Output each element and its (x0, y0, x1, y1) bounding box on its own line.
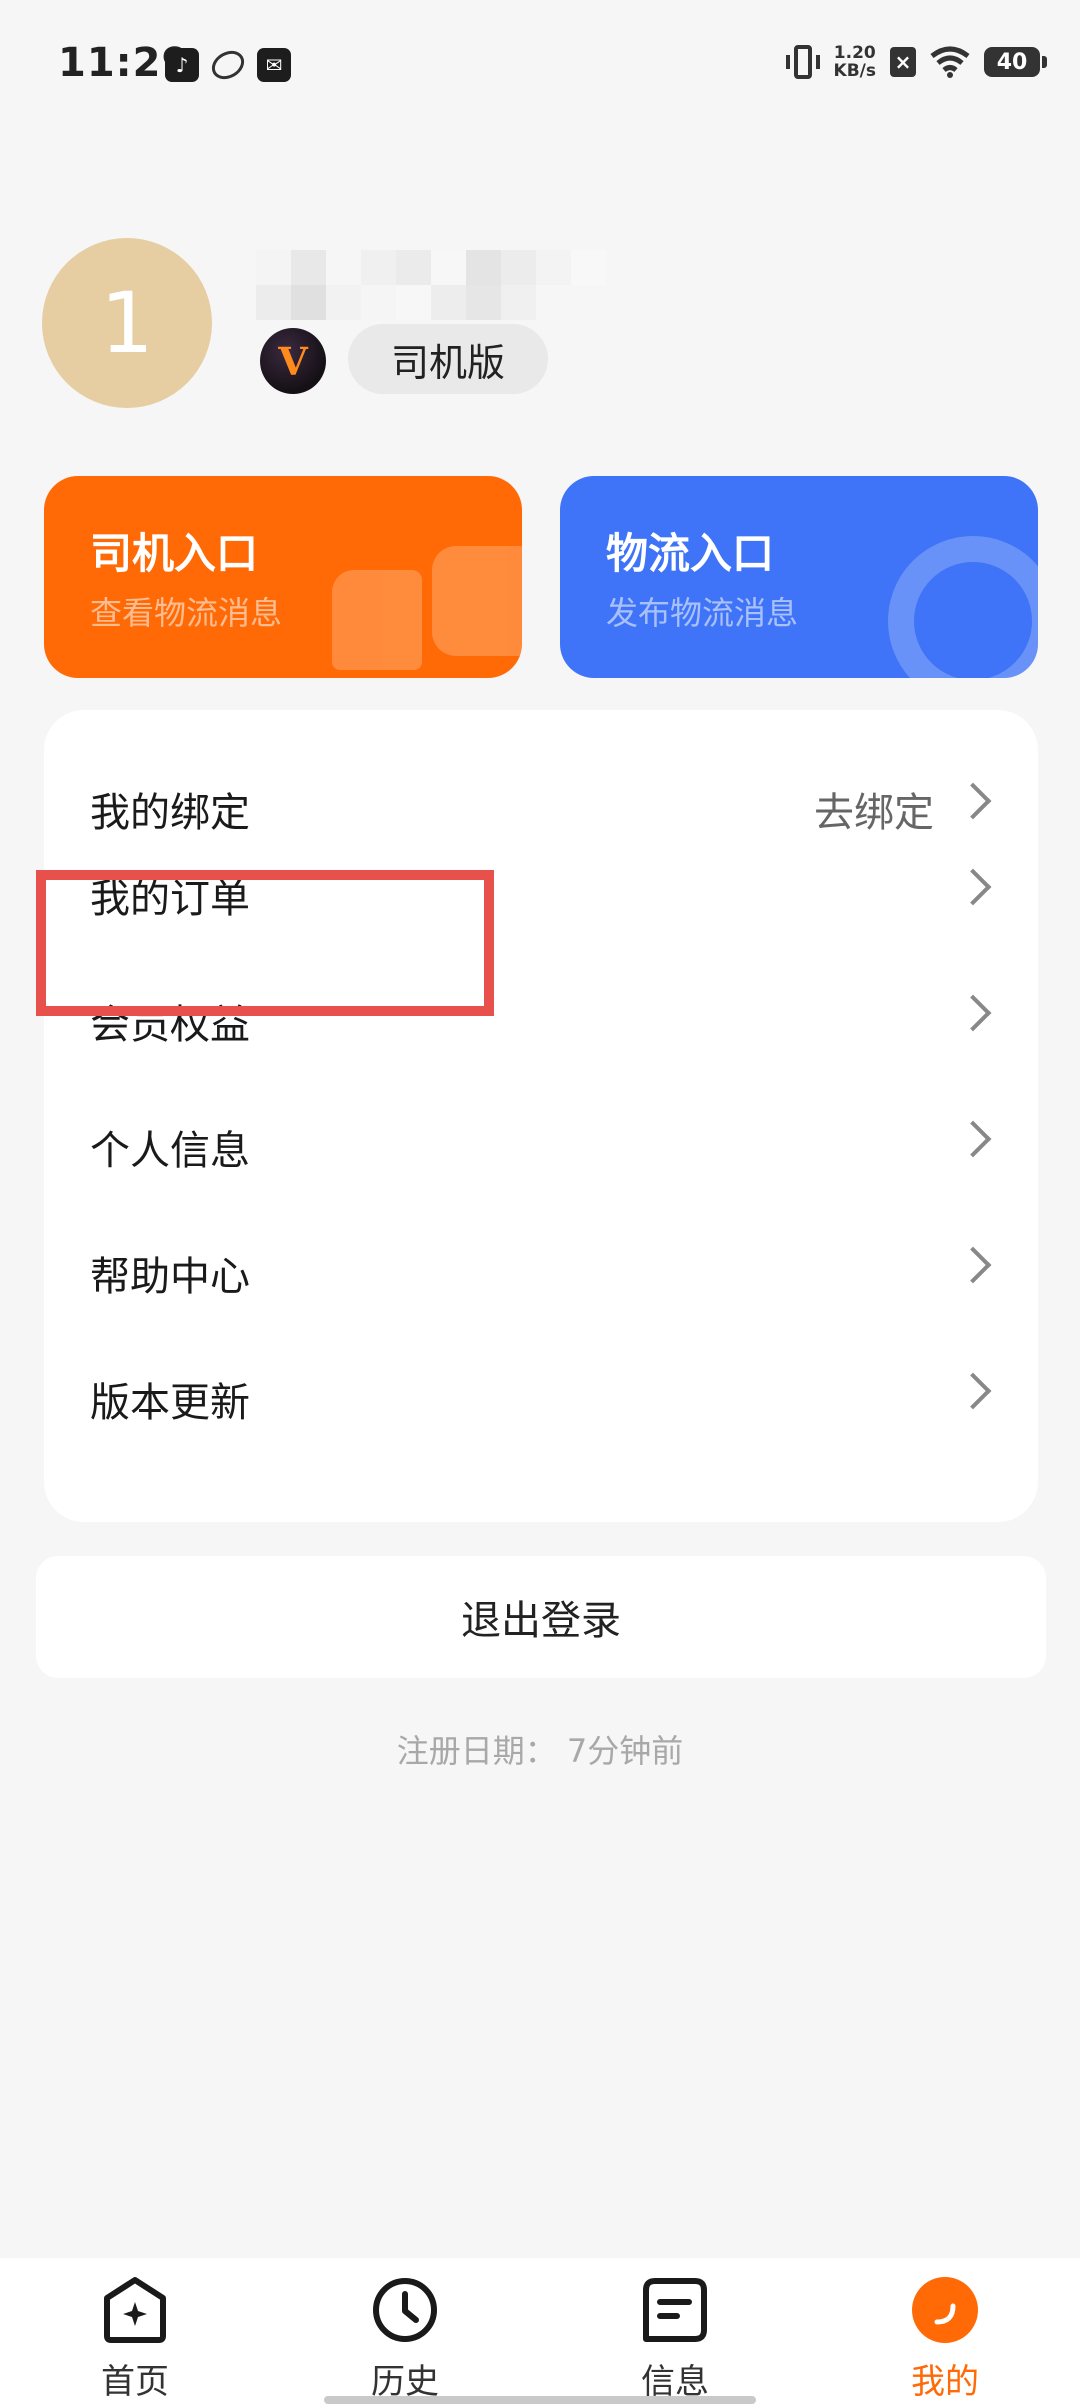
logistics-entry-subtitle: 发布物流消息 (606, 594, 799, 632)
clock-icon (373, 2278, 437, 2342)
register-date: 注册日期： 7分钟前 (396, 1732, 684, 1770)
bottom-tab-bar: 首页 历史 信息 我的 (0, 2258, 1080, 2408)
driver-entry-card[interactable]: 司机入口 查看物流消息 (44, 476, 522, 678)
profile-icon (912, 2277, 978, 2343)
battery-icon: 40 (984, 47, 1047, 77)
chevron-right-icon (954, 1246, 992, 1284)
driver-entry-subtitle: 查看物流消息 (90, 594, 283, 632)
logistics-entry-card[interactable]: 物流入口 发布物流消息 (560, 476, 1038, 678)
menu-item-version-update[interactable]: 版本更新 (44, 1340, 1038, 1450)
tab-label: 首页 (101, 2362, 169, 2402)
profile-page: 11:29 ♪ ✉ 1.20 KB/s × 40 1 V 司机版 司机入口 查看… (0, 0, 1080, 2408)
menu-item-label: 版本更新 (90, 1380, 250, 1426)
gesture-home-bar[interactable] (324, 2396, 756, 2404)
logout-button[interactable]: 退出登录 (36, 1556, 1046, 1678)
network-speed-value: 1.20 (833, 43, 876, 63)
driver-entry-title: 司机入口 (90, 529, 259, 578)
home-icon (104, 2277, 166, 2343)
tab-messages[interactable]: 信息 (595, 2276, 755, 2402)
tab-home[interactable]: 首页 (55, 2276, 215, 2402)
chevron-right-icon (954, 868, 992, 906)
tiktok-icon: ♪ (165, 48, 199, 82)
status-system-icons: 1.20 KB/s × 40 (785, 44, 1047, 80)
menu-item-label: 我的绑定 (90, 790, 250, 836)
tab-label: 我的 (911, 2362, 979, 2402)
no-sim-icon: × (890, 47, 916, 77)
avatar[interactable]: 1 (42, 238, 212, 408)
network-speed-unit: KB/s (833, 61, 876, 81)
chevron-right-icon (954, 782, 992, 820)
highlight-box (36, 870, 494, 1016)
chevron-right-icon (954, 994, 992, 1032)
status-bar: 11:29 ♪ ✉ 1.20 KB/s × 40 (0, 0, 1080, 130)
wifi-icon (930, 46, 970, 78)
headset-icon (888, 536, 1038, 678)
username-redacted (256, 250, 606, 320)
vibrate-icon (785, 45, 820, 79)
menu-item-help-center[interactable]: 帮助中心 (44, 1214, 1038, 1324)
menu-item-label: 帮助中心 (90, 1254, 250, 1300)
vip-badge-icon: V (260, 328, 326, 394)
chevron-right-icon (954, 1120, 992, 1158)
bind-action-text: 去绑定 (814, 790, 934, 836)
menu-item-personal-info[interactable]: 个人信息 (44, 1088, 1038, 1198)
status-notification-icons: ♪ ✉ (165, 45, 291, 85)
app-notification-icon (206, 45, 250, 85)
tab-profile[interactable]: 我的 (865, 2276, 1025, 2402)
logistics-entry-title: 物流入口 (606, 529, 775, 578)
version-tag: 司机版 (348, 324, 548, 394)
truck-icon (332, 546, 522, 678)
network-speed: 1.20 KB/s (834, 44, 876, 80)
menu-item-label: 个人信息 (90, 1128, 250, 1174)
tab-history[interactable]: 历史 (325, 2276, 485, 2402)
chevron-right-icon (954, 1372, 992, 1410)
menu-card: 我的绑定 去绑定 我的订单 会员权益 个人信息 帮助中心 版本更新 (44, 710, 1038, 1522)
mail-icon: ✉ (257, 48, 291, 82)
message-icon (643, 2278, 707, 2342)
